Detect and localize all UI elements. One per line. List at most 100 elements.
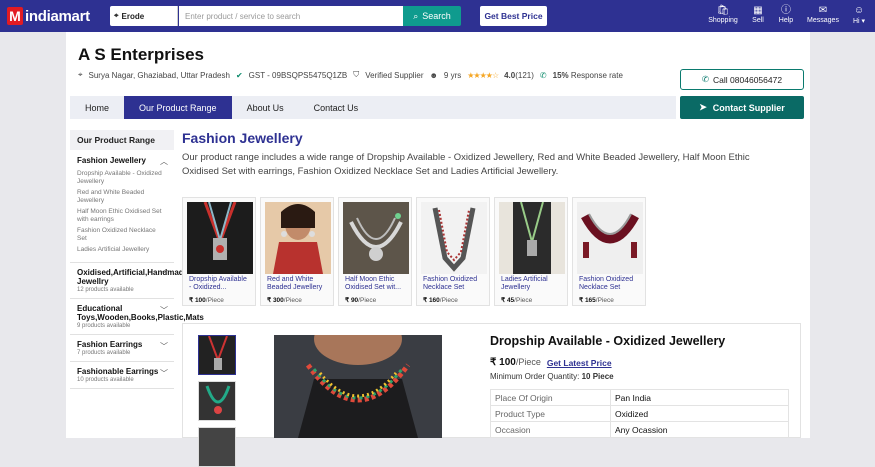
gst-check-icon: ✔ <box>235 70 243 80</box>
product-name[interactable]: Red and White Beaded Jewellery <box>261 274 333 294</box>
get-latest-price-link[interactable]: Get Latest Price <box>547 358 612 368</box>
company-gst: GST - 09BSQPS5475Q1ZB <box>248 70 348 80</box>
chevron-down-icon[interactable]: ﹀ <box>160 269 168 280</box>
product-image[interactable] <box>343 202 409 274</box>
category-count: 10 products available <box>77 377 134 383</box>
spec-key: Place Of Origin <box>490 389 611 406</box>
product-card[interactable]: Fashion Oxidized Necklace Set ₹ 160/Piec… <box>416 197 490 306</box>
nav-messages[interactable]: ✉ Messages <box>805 4 841 24</box>
category-count: 7 products available <box>77 350 131 356</box>
product-price: ₹ 160/Piece <box>423 297 458 304</box>
product-card[interactable]: Ladies Artificial Jewellery ₹ 45/Piece <box>494 197 568 306</box>
phone-icon: ✆ <box>539 70 547 80</box>
sidebar-category[interactable]: Oxidised,Artificial,Handmade Jewellry 12… <box>70 263 188 299</box>
sidebar-subitem[interactable]: Red and White Beaded Jewellery <box>77 189 165 205</box>
sidebar-category[interactable]: Fashion Earrings 7 products available ﹀ <box>70 335 174 362</box>
user-icon: ☺ <box>853 5 865 16</box>
nav-shopping[interactable]: 🛍 Shopping <box>706 4 740 24</box>
nav-help-label: Help <box>778 17 794 24</box>
search-input[interactable]: Enter product / service to search <box>179 6 403 26</box>
product-image[interactable] <box>187 202 253 274</box>
product-name[interactable]: Fashion Oxidized Necklace Set <box>417 274 489 294</box>
sidebar-subitem[interactable]: Dropship Available - Oxidized Jewellery <box>77 170 165 186</box>
product-card[interactable]: Dropship Available - Oxidized... ₹ 100/P… <box>182 197 256 306</box>
sidebar-subitem[interactable]: Ladies Artificial Jewellery <box>77 246 165 254</box>
product-price: ₹ 100/Piece <box>490 357 541 368</box>
category-title: Educational Toys,Wooden,Books,Plastic,Ma… <box>77 304 204 322</box>
tab-about-us[interactable]: About Us <box>232 96 299 119</box>
product-price: ₹ 300/Piece <box>267 297 302 304</box>
spec-table: Place Of Origin Pan India Product Type Oxi… <box>490 389 789 438</box>
chevron-down-icon[interactable]: ﹀ <box>160 368 168 379</box>
gallery-thumbnail[interactable] <box>198 427 236 467</box>
product-name[interactable]: Fashion Oxidized Necklace Set <box>573 274 645 294</box>
sidebar-subitem[interactable]: Fashion Oxidized Necklace Set <box>77 227 165 243</box>
search-button-label: Search <box>422 11 451 21</box>
table-row: Place Of Origin Pan India <box>490 389 789 406</box>
product-image[interactable] <box>499 202 565 274</box>
get-best-price-button[interactable]: Get Best Price <box>480 6 547 26</box>
sidebar: Our Product Range Fashion Jewellery ︿ Dr… <box>70 130 204 438</box>
logo-mark-icon: M <box>7 7 23 25</box>
product-name[interactable]: Ladies Artificial Jewellery <box>495 274 567 294</box>
product-image[interactable] <box>577 202 643 274</box>
category-title: Fashionable Earrings <box>77 367 159 376</box>
nav-help[interactable]: ⓘ Help <box>774 4 798 24</box>
search-button[interactable]: ⌕ Search <box>403 6 461 26</box>
send-icon: ➤ <box>699 102 707 112</box>
person-icon: ☻ <box>429 70 438 80</box>
nav-user-label: Hi ▾ <box>852 18 866 25</box>
product-title: Dropship Available - Oxidized Jewellery <box>490 334 726 348</box>
sidebar-category[interactable]: Fashion Jewellery ︿ Dropship Available -… <box>70 150 174 263</box>
category-title: Fashion Jewellery <box>77 156 146 165</box>
product-name[interactable]: Dropship Available - Oxidized... <box>183 274 255 294</box>
product-name[interactable]: Half Moon Ethic Oxidised Set wit... <box>339 274 411 294</box>
gallery-thumbnail[interactable] <box>198 335 236 375</box>
product-image[interactable] <box>421 202 487 274</box>
location-pin-icon: ⌖ <box>78 70 83 79</box>
category-title: Fashion Earrings <box>77 340 143 349</box>
company-name: A S Enterprises <box>78 45 204 64</box>
contact-supplier-button[interactable]: ➤ Contact Supplier <box>680 96 804 119</box>
table-row: Occasion Any Ocassion <box>490 421 789 438</box>
chevron-down-icon[interactable]: ﹀ <box>160 305 168 316</box>
company-address: Surya Nagar, Ghaziabad, Uttar Pradesh <box>88 70 230 80</box>
product-card[interactable]: Half Moon Ethic Oxidised Set wit... ₹ 90… <box>338 197 412 306</box>
nav-sell[interactable]: ▦ Sell <box>748 4 768 24</box>
tab-contact-us[interactable]: Contact Us <box>299 96 374 119</box>
company-info: ⌖ Surya Nagar, Ghaziabad, Uttar Pradesh … <box>78 70 623 80</box>
product-card[interactable]: Fashion Oxidized Necklace Set ₹ 165/Piec… <box>572 197 646 306</box>
product-price: ₹ 165/Piece <box>579 297 614 304</box>
category-count: 9 products available <box>77 323 131 329</box>
spec-value: Pan India <box>610 389 789 406</box>
indiamart-logo[interactable]: M indiamart <box>7 6 90 26</box>
years-label: 9 yrs <box>443 70 462 80</box>
section-heading: Fashion Jewellery <box>182 130 303 146</box>
nav-user[interactable]: ☺ Hi ▾ <box>849 4 869 25</box>
sidebar-category[interactable]: Educational Toys,Wooden,Books,Plastic,Ma… <box>70 299 204 335</box>
spec-value: Oxidized <box>610 405 789 422</box>
product-thumbnails: Dropship Available - Oxidized... ₹ 100/P… <box>182 197 646 306</box>
product-main-image[interactable] <box>274 335 442 438</box>
sidebar-heading: Our Product Range <box>70 130 174 150</box>
location-value: Erode <box>121 11 145 21</box>
chevron-up-icon[interactable]: ︿ <box>160 156 168 167</box>
section-description: Our product range includes a wide range … <box>182 152 750 177</box>
tab-home[interactable]: Home <box>70 96 124 119</box>
product-price: ₹ 100/Piece <box>189 297 224 304</box>
spec-key: Product Type <box>490 405 611 422</box>
sidebar-subitem[interactable]: Half Moon Ethic Oxidised Set with earrin… <box>77 208 165 224</box>
location-selector[interactable]: ⌖ Erode <box>110 6 178 26</box>
top-bar: M indiamart ⌖ Erode Enter product / serv… <box>0 0 875 32</box>
contact-supplier-label: Contact Supplier <box>712 102 785 113</box>
product-card[interactable]: Red and White Beaded Jewellery ₹ 300/Pie… <box>260 197 334 306</box>
gallery-thumbnail[interactable] <box>198 381 236 421</box>
tab-bar: Home Our Product Range About Us Contact … <box>70 96 676 119</box>
chevron-down-icon[interactable]: ﹀ <box>160 341 168 352</box>
call-button[interactable]: ✆ Call 08046056472 <box>680 69 804 90</box>
spec-key: Occasion <box>490 421 611 438</box>
store-icon: ▦ <box>753 5 763 16</box>
sidebar-category[interactable]: Fashionable Earrings 10 products availab… <box>70 362 174 389</box>
tab-product-range[interactable]: Our Product Range <box>124 96 232 119</box>
product-image[interactable] <box>265 202 331 274</box>
